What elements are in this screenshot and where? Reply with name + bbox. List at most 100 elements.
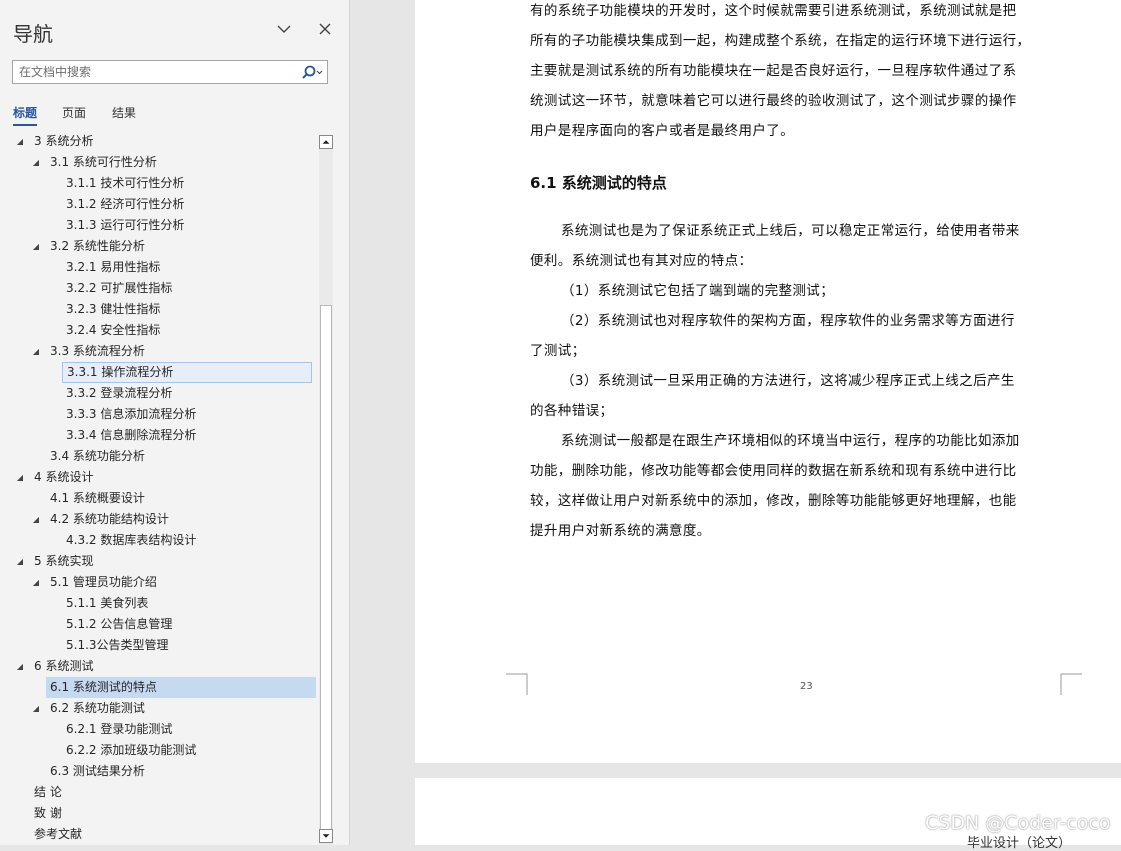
page-header-text: 毕业设计（论文） bbox=[967, 836, 1072, 851]
tree-item[interactable]: 3.2.1 易用性指标 bbox=[62, 257, 160, 278]
expand-triangle-icon[interactable]: ◢ bbox=[30, 698, 42, 719]
tree-item-label: 3.1 系统可行性分析 bbox=[50, 155, 157, 169]
tree-item[interactable]: 6.2.1 登录功能测试 bbox=[62, 719, 172, 740]
body-text-line: 有的系统子功能模块的开发时，这个时候就需要引进系统测试，系统测试就是把 bbox=[530, 3, 1017, 19]
tree-item-label: 5 系统实现 bbox=[34, 554, 94, 568]
tree-item-label: 3.3.3 信息添加流程分析 bbox=[66, 407, 197, 421]
tree-item[interactable]: 3.4 系统功能分析 bbox=[46, 446, 145, 467]
expand-triangle-icon[interactable]: ◢ bbox=[14, 467, 26, 488]
tree-item-label: 3.4 系统功能分析 bbox=[50, 449, 145, 463]
tree-item-label: 6.2 系统功能测试 bbox=[50, 701, 145, 715]
expand-triangle-icon[interactable]: ◢ bbox=[30, 341, 42, 362]
tree-item[interactable]: 4.1 系统概要设计 bbox=[46, 488, 145, 509]
body-text-line: 系统测试也是为了保证系统正式上线后，可以稳定正常运行，给使用者带来 bbox=[561, 223, 1020, 239]
expand-triangle-icon[interactable]: ◢ bbox=[30, 236, 42, 257]
tree-item[interactable]: 3.3.4 信息删除流程分析 bbox=[62, 425, 196, 446]
section-heading: 6.1 系统测试的特点 bbox=[530, 174, 667, 192]
tab-results[interactable]: 结果 bbox=[112, 104, 136, 121]
watermark-text: CSDN @Coder-coco bbox=[925, 812, 1111, 834]
close-icon[interactable] bbox=[316, 20, 334, 38]
chevron-down-icon[interactable] bbox=[275, 20, 293, 38]
tree-item[interactable]: ◢ 5.1 管理员功能介绍 bbox=[33, 572, 157, 593]
tree-item-label: 5.1 管理员功能介绍 bbox=[50, 575, 157, 589]
body-text-line: 功能，删除功能，修改功能等都会使用同样的数据在新系统和现有系统中进行比 bbox=[530, 463, 1017, 479]
tree-item-label: 参考文献 bbox=[34, 827, 83, 841]
body-text-line: 了测试； bbox=[530, 343, 586, 359]
tree-item[interactable]: ◢ 6.2 系统功能测试 bbox=[33, 698, 145, 719]
tree-item[interactable]: 3.2.3 健壮性指标 bbox=[62, 299, 160, 320]
search-input[interactable] bbox=[13, 61, 289, 83]
tree-item[interactable]: ◢ 5 系统实现 bbox=[17, 551, 94, 572]
tree-item-label: 6.2.2 添加班级功能测试 bbox=[66, 743, 197, 757]
tree-item-label: 3.1.2 经济可行性分析 bbox=[66, 197, 185, 211]
tree-item[interactable]: 5.1.2 公告信息管理 bbox=[62, 614, 172, 635]
document-page[interactable]: 有的系统子功能模块的开发时，这个时候就需要引进系统测试，系统测试就是把 所有的子功… bbox=[415, 0, 1121, 763]
body-text-line: （3）系统测试一旦采用正确的方法进行，这将减少程序正式上线之后产生 bbox=[561, 373, 1015, 389]
tree-item[interactable]: ◢ 3.1 系统可行性分析 bbox=[33, 152, 157, 173]
expand-triangle-icon[interactable]: ◢ bbox=[14, 131, 26, 152]
body-text-line: 的各种错误； bbox=[530, 403, 614, 419]
tree-item-label: 5.1.1 美食列表 bbox=[66, 596, 149, 610]
tree-item[interactable]: 6.2.2 添加班级功能测试 bbox=[62, 740, 196, 761]
tree-item-label: 3.3.2 登录流程分析 bbox=[66, 386, 173, 400]
tree-item[interactable]: 3.3.1 操作流程分析 bbox=[62, 362, 312, 383]
tree-item[interactable]: 6.3 测试结果分析 bbox=[46, 761, 145, 782]
expand-triangle-icon[interactable]: ◢ bbox=[14, 656, 26, 677]
body-text-line: 用户是程序面向的客户或者是最终用户了。 bbox=[530, 123, 795, 139]
expand-triangle-icon[interactable]: ◢ bbox=[30, 509, 42, 530]
search-box bbox=[12, 60, 328, 84]
tree-item[interactable]: 3.2.2 可扩展性指标 bbox=[62, 278, 172, 299]
tree-item[interactable]: 4.3.2 数据库表结构设计 bbox=[62, 530, 196, 551]
tree-item-label: 3.3 系统流程分析 bbox=[50, 344, 145, 358]
page-number: 23 bbox=[800, 681, 813, 692]
tree-item-label: 致 谢 bbox=[34, 806, 62, 820]
tree-item-label: 3.2.1 易用性指标 bbox=[66, 260, 161, 274]
tree-item[interactable]: 3.1.1 技术可行性分析 bbox=[62, 173, 184, 194]
tab-headings[interactable]: 标题 bbox=[13, 104, 38, 126]
page-corner-mark-left bbox=[506, 673, 528, 695]
body-text-line: 统测试这一环节，就意味着它可以进行最终的验收测试了，这个测试步骤的操作 bbox=[530, 93, 1017, 109]
body-text-line: （2）系统测试也对程序软件的架构方面，程序软件的业务需求等方面进行 bbox=[561, 313, 1015, 329]
tree-item[interactable]: 结 论 bbox=[30, 782, 62, 803]
tree-item[interactable]: 6.1 系统测试的特点 bbox=[46, 677, 316, 698]
expand-triangle-icon[interactable]: ◢ bbox=[30, 152, 42, 173]
tree-item[interactable]: ◢ 3.3 系统流程分析 bbox=[33, 341, 145, 362]
body-text-line: 便利。系统测试也有其对应的特点： bbox=[530, 253, 753, 269]
expand-triangle-icon[interactable]: ◢ bbox=[14, 551, 26, 572]
tree-item[interactable]: 致 谢 bbox=[30, 803, 62, 824]
body-text-line: 所有的子功能模块集成到一起，构建成整个系统，在指定的运行环境下进行运行， bbox=[530, 33, 1031, 49]
scroll-up-arrow-icon[interactable] bbox=[319, 135, 333, 149]
tree-item-label: 3 系统分析 bbox=[34, 134, 94, 148]
tree-item[interactable]: ◢ 3.2 系统性能分析 bbox=[33, 236, 145, 257]
tree-item-label: 3.2.2 可扩展性指标 bbox=[66, 281, 173, 295]
tree-item[interactable]: 3.2.4 安全性指标 bbox=[62, 320, 160, 341]
scrollbar-thumb[interactable] bbox=[320, 305, 332, 830]
heading-tree: ◢ 3 系统分析 ◢ 3.1 系统可行性分析 3.1.1 技术可行性分析 3.1.2 经济… bbox=[0, 131, 320, 845]
expand-triangle-icon[interactable]: ◢ bbox=[30, 572, 42, 593]
tree-item[interactable]: 3.1.3 运行可行性分析 bbox=[62, 215, 184, 236]
tab-pages[interactable]: 页面 bbox=[62, 104, 86, 121]
tree-item[interactable]: ◢ 3 系统分析 bbox=[17, 131, 94, 152]
body-text-line: 系统测试一般都是在跟生产环境相似的环境当中运行，程序的功能比如添加 bbox=[561, 433, 1020, 449]
tree-item[interactable]: ◢ 4.2 系统功能结构设计 bbox=[33, 509, 169, 530]
tree-item-label: 4.2 系统功能结构设计 bbox=[50, 512, 169, 526]
tree-item[interactable]: 参考文献 bbox=[30, 824, 82, 845]
tree-item-label: 3.3.1 操作流程分析 bbox=[67, 365, 174, 379]
tree-item[interactable]: 3.1.2 经济可行性分析 bbox=[62, 194, 184, 215]
body-text-line: （1）系统测试它包括了端到端的完整测试； bbox=[561, 283, 835, 299]
search-icon[interactable] bbox=[297, 63, 325, 81]
tree-item[interactable]: 5.1.3公告类型管理 bbox=[62, 635, 169, 656]
vertical-scrollbar[interactable] bbox=[319, 135, 333, 845]
tree-item[interactable]: 3.3.2 登录流程分析 bbox=[62, 383, 172, 404]
tree-item[interactable]: ◢ 4 系统设计 bbox=[17, 467, 94, 488]
scroll-down-arrow-icon[interactable] bbox=[319, 829, 333, 843]
tree-item[interactable]: 3.3.3 信息添加流程分析 bbox=[62, 404, 196, 425]
tree-item[interactable]: ◢ 6 系统测试 bbox=[17, 656, 94, 677]
navigation-pane: 导航 标题 页面 结果 ◢ 3 系统分析 ◢ 3.1 系统可行性分析 3.1.1 技术可… bbox=[0, 0, 350, 845]
tree-item-label: 6.3 测试结果分析 bbox=[50, 764, 145, 778]
tree-item[interactable]: 5.1.1 美食列表 bbox=[62, 593, 148, 614]
body-text-line: 主要就是测试系统的所有功能模块在一起是否良好运行，一旦程序软件通过了系 bbox=[530, 63, 1017, 79]
tree-item-label: 5.1.3公告类型管理 bbox=[66, 638, 169, 652]
tree-item-label: 6.2.1 登录功能测试 bbox=[66, 722, 173, 736]
page-corner-mark-right bbox=[1060, 673, 1082, 695]
